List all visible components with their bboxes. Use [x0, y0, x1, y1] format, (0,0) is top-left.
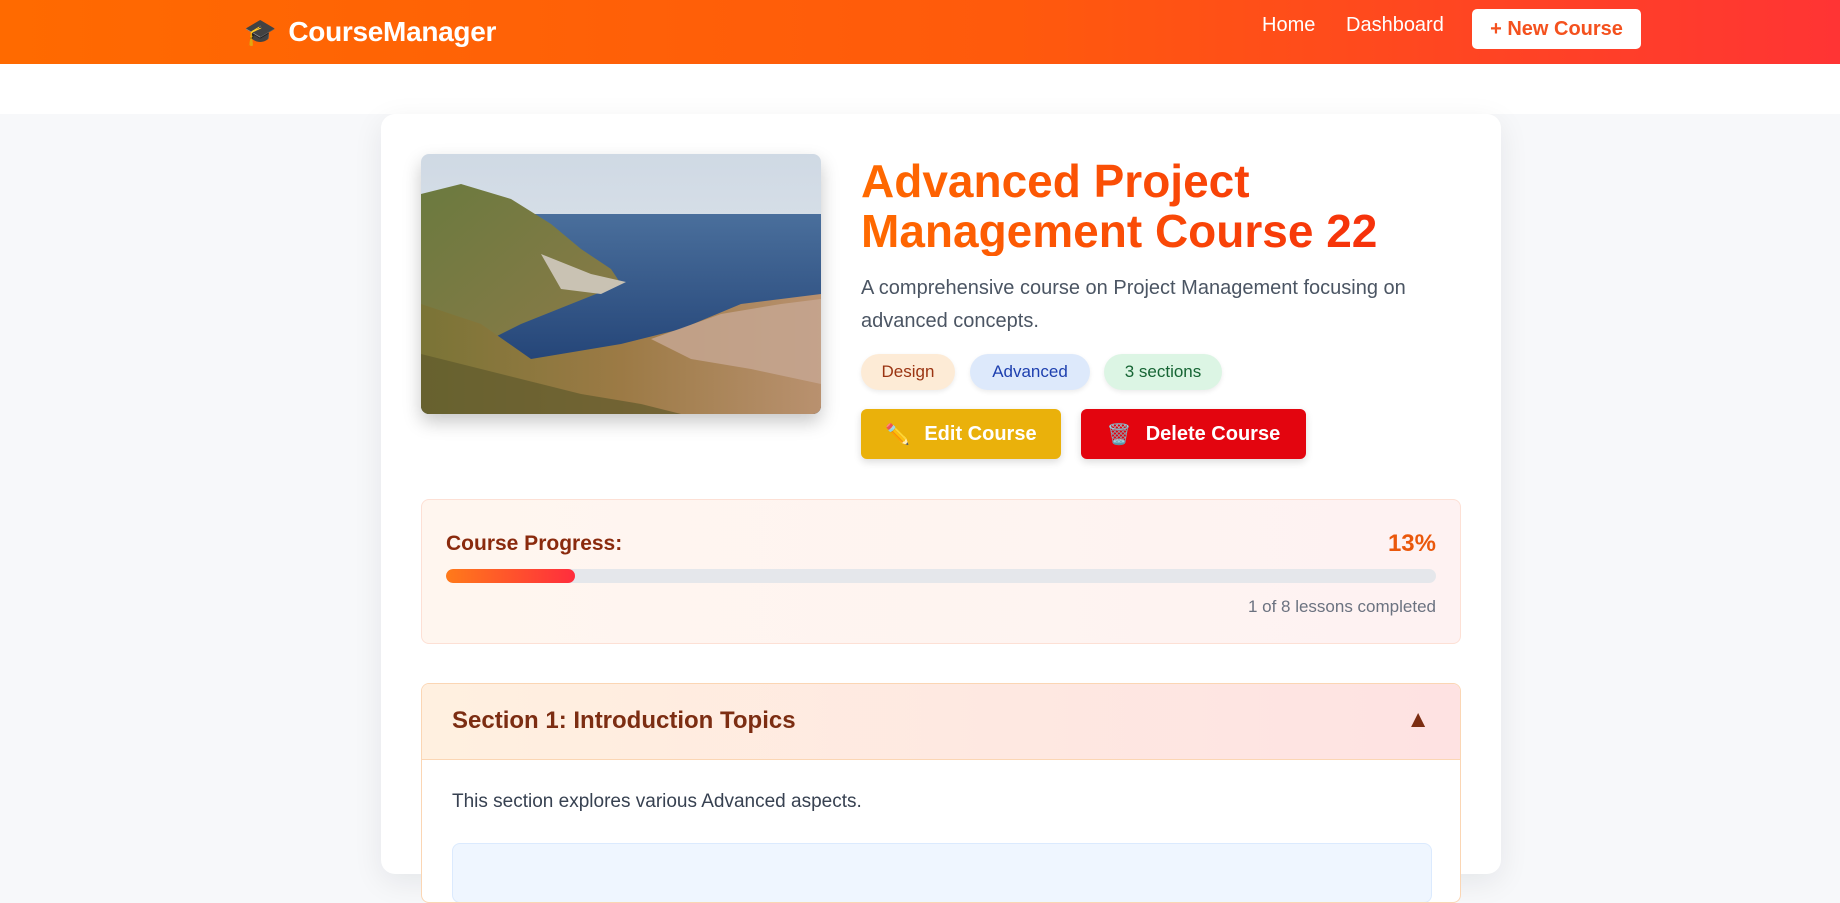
progress-bar-track: [446, 569, 1436, 583]
edit-course-label: Edit Course: [924, 422, 1037, 445]
level-badge: Advanced: [970, 354, 1090, 390]
section-title: Section 1: Introduction Topics: [452, 707, 796, 734]
course-title: Advanced Project Management Course 22: [861, 156, 1461, 256]
top-navbar: 🎓 CourseManager Home Dashboard + New Cou…: [0, 0, 1840, 64]
section-description: This section explores various Advanced a…: [452, 791, 862, 812]
section-count-badge: 3 sections: [1104, 354, 1222, 390]
pencil-icon: ✏️: [885, 423, 911, 446]
nav-home-link[interactable]: Home: [1262, 14, 1315, 36]
trash-icon: 🗑️: [1106, 423, 1132, 446]
course-detail-card: Advanced Project Management Course 22 A …: [381, 114, 1501, 903]
brand-link[interactable]: 🎓 CourseManager: [244, 14, 496, 50]
new-course-button[interactable]: + New Course: [1472, 9, 1641, 49]
course-description: A comprehensive course on Project Manage…: [861, 277, 1406, 332]
edit-course-button[interactable]: ✏️ Edit Course: [861, 409, 1061, 459]
graduation-cap-icon: 🎓: [244, 17, 277, 47]
progress-label: Course Progress:: [446, 532, 623, 555]
lessons-completed-text: 1 of 8 lessons completed: [1247, 597, 1436, 616]
delete-course-label: Delete Course: [1145, 422, 1281, 445]
course-section: Section 1: Introduction Topics ▲ This se…: [421, 683, 1461, 903]
category-badge: Design: [861, 354, 955, 390]
lesson-item[interactable]: [452, 843, 1432, 902]
collapse-triangle-icon[interactable]: ▲: [1406, 706, 1430, 734]
progress-percent: 13%: [1387, 530, 1436, 557]
header-spacer: [0, 64, 1840, 114]
section-header[interactable]: Section 1: Introduction Topics ▲: [422, 684, 1460, 760]
brand-name: CourseManager: [288, 16, 497, 47]
nav-dashboard-link[interactable]: Dashboard: [1346, 14, 1444, 36]
course-progress-panel: Course Progress: 13% 1 of 8 lessons comp…: [421, 499, 1461, 644]
course-thumbnail-image: [421, 154, 821, 414]
delete-course-button[interactable]: 🗑️ Delete Course: [1081, 409, 1306, 459]
progress-bar-fill: [446, 569, 575, 583]
